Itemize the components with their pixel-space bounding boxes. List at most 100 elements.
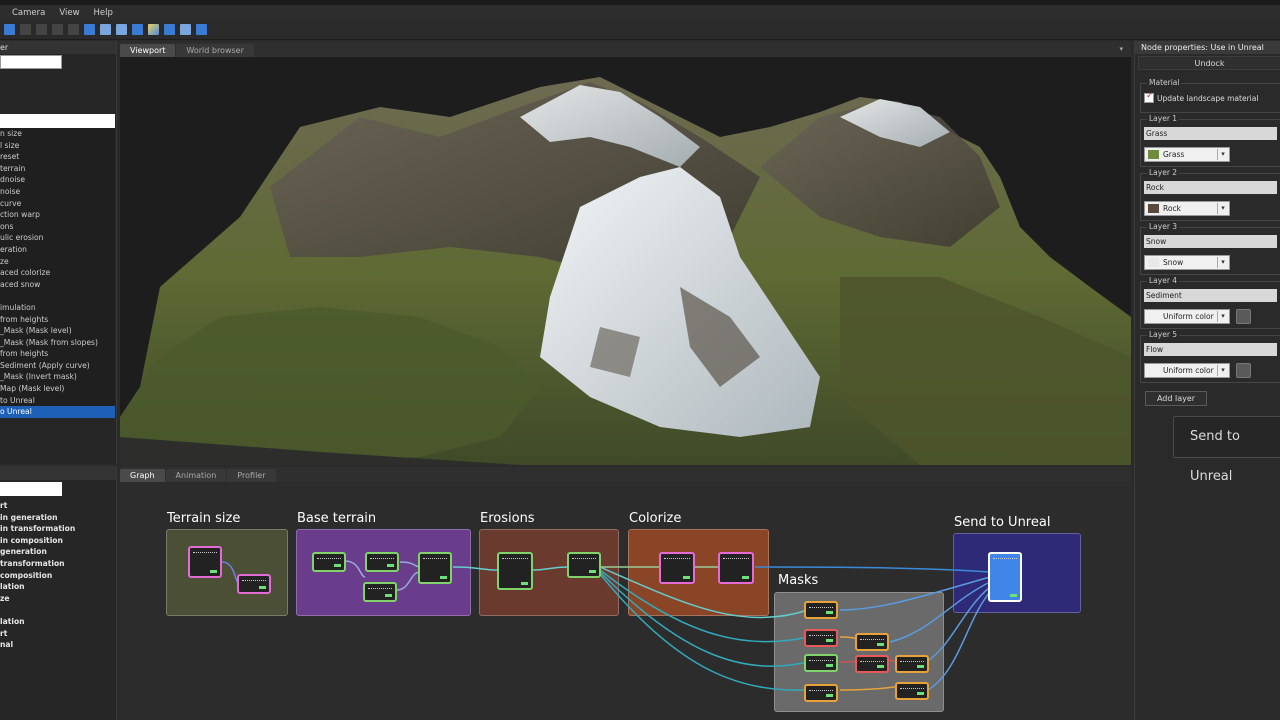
category-item[interactable]: rt <box>0 500 115 512</box>
category-item[interactable]: composition <box>0 570 115 582</box>
chevron-down-icon[interactable]: ▾ <box>1217 257 1228 268</box>
node-list-item[interactable]: reset <box>0 151 115 163</box>
node-mask-1[interactable] <box>804 601 838 619</box>
node-list-item[interactable]: n size <box>0 128 115 140</box>
node-list-item[interactable] <box>0 290 115 302</box>
node-use-in-unreal[interactable] <box>988 552 1022 602</box>
layer-material-select[interactable]: Rock ▾ <box>1144 201 1230 216</box>
save-icon[interactable] <box>4 24 15 35</box>
node-list-item[interactable]: Sediment (Apply curve) <box>0 360 115 372</box>
node-list-item[interactable]: _Mask (Mask level) <box>0 325 115 337</box>
layer-name-input[interactable]: Flow <box>1144 343 1277 356</box>
layer-material-select[interactable]: Uniform color ▾ <box>1144 309 1230 324</box>
view-icon[interactable] <box>84 24 95 35</box>
tab-world-browser[interactable]: World browser <box>176 44 254 57</box>
node-terrain-size-2[interactable] <box>237 574 271 594</box>
node-colorize-1[interactable] <box>659 552 695 584</box>
node-mask-7[interactable] <box>895 655 929 673</box>
export-icon[interactable] <box>164 24 175 35</box>
node-list-item[interactable]: l size <box>0 140 115 152</box>
tab-animation[interactable]: Animation <box>165 469 227 482</box>
undo-icon[interactable] <box>20 24 31 35</box>
layer-name-input[interactable]: Sediment <box>1144 289 1277 302</box>
node-list-item[interactable]: eration <box>0 244 115 256</box>
node-mask-6[interactable] <box>855 655 889 673</box>
node-mask-2[interactable] <box>804 629 838 647</box>
category-item[interactable]: rt <box>0 628 115 640</box>
delete-icon[interactable] <box>68 24 79 35</box>
category-item[interactable]: lation <box>0 616 115 628</box>
category-item[interactable]: lation <box>0 581 115 593</box>
node-mask-8[interactable] <box>895 682 929 700</box>
library-search-input[interactable] <box>0 482 62 496</box>
node-list-item[interactable]: from heights <box>0 348 115 360</box>
tab-profiler[interactable]: Profiler <box>227 469 276 482</box>
layer-material-select[interactable]: Uniform color ▾ <box>1144 363 1230 378</box>
undock-button[interactable]: Undock <box>1138 56 1280 70</box>
node-list-item[interactable]: aced colorize <box>0 267 115 279</box>
node-list-item[interactable]: Map (Mask level) <box>0 383 115 395</box>
chevron-down-icon[interactable]: ▾ <box>1217 311 1228 322</box>
copy-icon[interactable] <box>52 24 63 35</box>
layer-material-select[interactable]: Grass ▾ <box>1144 147 1230 162</box>
category-item[interactable]: in transformation <box>0 523 115 535</box>
node-list-item[interactable]: aced snow <box>0 279 115 291</box>
node-list-item[interactable]: curve <box>0 198 115 210</box>
color-picker-button[interactable] <box>1236 309 1251 324</box>
category-item[interactable]: ze <box>0 593 115 605</box>
category-item[interactable] <box>0 604 115 616</box>
node-base-terrain-1[interactable] <box>312 552 346 572</box>
tab-graph[interactable]: Graph <box>120 469 165 482</box>
fullscreen-icon[interactable] <box>116 24 127 35</box>
node-base-terrain-4[interactable] <box>418 552 452 584</box>
node-list-item[interactable]: ons <box>0 221 115 233</box>
render-icon[interactable] <box>148 24 159 35</box>
node-mask-5[interactable] <box>855 633 889 651</box>
layer-name-input[interactable]: Grass <box>1144 127 1277 140</box>
node-list-item[interactable]: to Unreal <box>0 395 115 407</box>
layer-name-input[interactable]: Snow <box>1144 235 1277 248</box>
tab-viewport[interactable]: Viewport <box>120 44 176 57</box>
node-list-item[interactable]: ction warp <box>0 209 115 221</box>
settings-icon[interactable] <box>196 24 207 35</box>
node-mask-3[interactable] <box>804 654 838 672</box>
category-item[interactable]: generation <box>0 546 115 558</box>
node-erosion-2[interactable] <box>567 552 601 578</box>
node-list-item[interactable]: from heights <box>0 314 115 326</box>
node-mask-4[interactable] <box>804 684 838 702</box>
add-layer-button[interactable]: Add layer <box>1145 391 1207 406</box>
layer-name-input[interactable]: Rock <box>1144 181 1277 194</box>
category-item[interactable]: transformation <box>0 558 115 570</box>
node-terrain-size[interactable] <box>188 546 222 578</box>
node-erosion-1[interactable] <box>497 552 533 590</box>
chevron-down-icon[interactable]: ▾ <box>1217 365 1228 376</box>
panel-menu-icon[interactable]: ▾ <box>1119 45 1123 53</box>
category-item[interactable]: in generation <box>0 512 115 524</box>
terrain-viewport[interactable] <box>120 57 1131 465</box>
node-base-terrain-3[interactable] <box>363 582 397 602</box>
node-list-item[interactable]: terrain <box>0 163 115 175</box>
node-list-item[interactable]: ulic erosion <box>0 232 115 244</box>
node-search-input[interactable] <box>0 55 62 69</box>
chevron-down-icon[interactable]: ▾ <box>1217 203 1228 214</box>
layout-icon[interactable] <box>100 24 111 35</box>
layer-material-select[interactable]: Snow ▾ <box>1144 255 1230 270</box>
node-list-item[interactable]: imulation <box>0 302 115 314</box>
menu-help[interactable]: Help <box>94 8 113 18</box>
node-list-item[interactable]: _Mask (Mask from slopes) <box>0 337 115 349</box>
chevron-down-icon[interactable]: ▾ <box>1217 149 1228 160</box>
update-landscape-checkbox[interactable] <box>1144 91 1154 103</box>
node-colorize-2[interactable] <box>718 552 754 584</box>
node-list-item[interactable]: o Unreal <box>0 406 115 418</box>
node-base-terrain-2[interactable] <box>365 552 399 572</box>
category-item[interactable]: in composition <box>0 535 115 547</box>
node-list-item[interactable]: noise <box>0 186 115 198</box>
category-item[interactable]: nal <box>0 639 115 651</box>
menu-view[interactable]: View <box>59 8 79 18</box>
node-list-item[interactable]: _Mask (Invert mask) <box>0 371 115 383</box>
node-list-item[interactable]: dnoise <box>0 174 115 186</box>
node-graph[interactable]: Terrain size Base terrain Erosions Color… <box>120 482 1131 720</box>
node-filter-input[interactable] <box>0 114 115 128</box>
send-to-unreal-button[interactable]: Send to Unreal <box>1173 416 1280 484</box>
menu-camera[interactable]: Camera <box>12 8 45 18</box>
